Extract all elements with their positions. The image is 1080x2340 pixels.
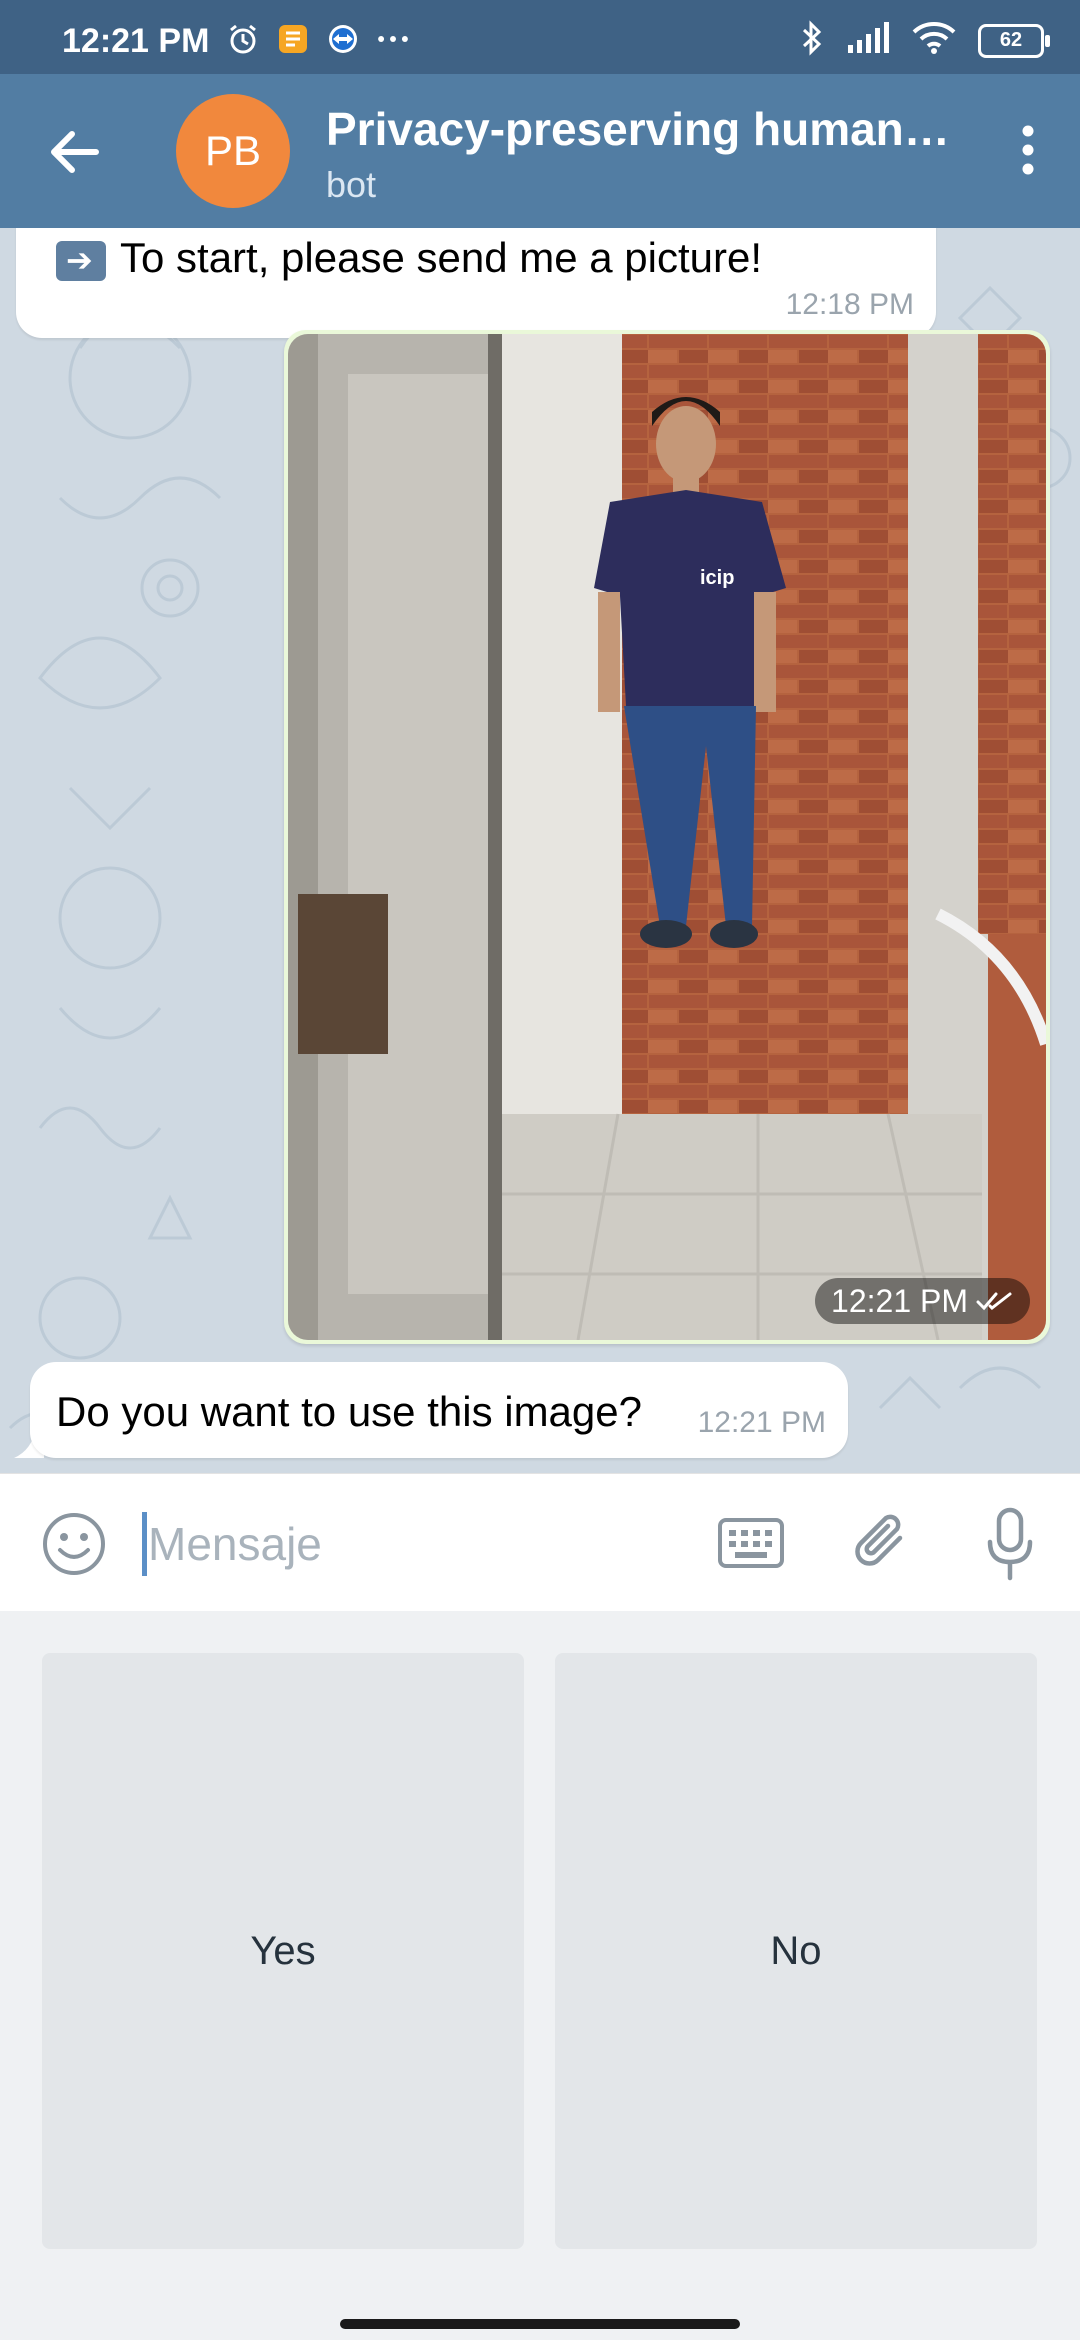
status-bar: 12:21 PM 62 xyxy=(0,0,1080,74)
more-dots-icon xyxy=(376,22,410,56)
no-button[interactable]: No xyxy=(555,1653,1037,2249)
status-icons-right: 62 xyxy=(800,20,1050,61)
shirt-logo-text: icip xyxy=(700,567,734,589)
chat-subtitle: bot xyxy=(326,164,377,205)
message-time: 12:18 PM xyxy=(785,288,914,321)
vertical-dots-icon xyxy=(1022,125,1034,175)
status-time: 12:21 PM xyxy=(62,22,210,60)
microphone-icon xyxy=(987,1507,1033,1581)
text-caret xyxy=(142,1512,147,1576)
teamviewer-icon xyxy=(326,22,360,56)
smiley-icon xyxy=(43,1513,105,1575)
attach-button[interactable] xyxy=(850,1508,916,1578)
yes-button[interactable]: Yes xyxy=(42,1653,524,2249)
emoji-button[interactable] xyxy=(40,1510,108,1578)
photo-time-badge: 12:21 PM xyxy=(815,1278,1030,1324)
arrow-right-icon xyxy=(56,240,106,281)
chat-area[interactable]: To start, please send me a picture! 12:1… xyxy=(0,228,1080,1473)
chat-title[interactable]: Privacy-preserving human… xyxy=(326,102,966,156)
paperclip-icon xyxy=(855,1514,903,1566)
battery-indicator: 62 xyxy=(978,23,1050,58)
wifi-icon xyxy=(912,21,956,60)
home-indicator[interactable] xyxy=(340,2319,740,2329)
voice-message-button[interactable] xyxy=(980,1504,1040,1584)
photo-message-outgoing[interactable]: icip 12:21 PM xyxy=(284,330,1050,1344)
notes-icon xyxy=(276,22,310,56)
bluetooth-icon xyxy=(800,20,824,61)
message-text: Do you want to use this image? xyxy=(56,1388,642,1435)
bot-reply-keyboard: Yes No xyxy=(0,1611,1080,2340)
double-check-icon xyxy=(976,1292,1012,1311)
bot-keyboard-toggle-button[interactable] xyxy=(716,1512,786,1574)
sent-photo[interactable]: icip xyxy=(288,334,1046,1340)
message-input-bar xyxy=(0,1473,1080,1612)
message-bubble-incoming[interactable]: To start, please send me a picture! 12:1… xyxy=(16,228,936,338)
chat-header: PB Privacy-preserving human… bot xyxy=(0,74,1080,228)
message-input[interactable] xyxy=(140,1504,688,1584)
back-button[interactable] xyxy=(44,122,104,182)
message-text: To start, please send me a picture! xyxy=(56,234,762,282)
signal-icon xyxy=(846,21,890,60)
keyboard-icon xyxy=(718,1518,784,1568)
more-options-button[interactable] xyxy=(998,120,1058,180)
alarm-icon xyxy=(226,22,260,56)
arrow-left-icon xyxy=(51,131,99,173)
status-icons-left xyxy=(226,22,410,56)
message-time: 12:21 PM xyxy=(831,1282,968,1319)
message-bubble-incoming[interactable]: Do you want to use this image? 12:21 PM xyxy=(30,1362,848,1458)
message-time: 12:21 PM xyxy=(697,1406,826,1439)
avatar[interactable]: PB xyxy=(176,94,290,208)
